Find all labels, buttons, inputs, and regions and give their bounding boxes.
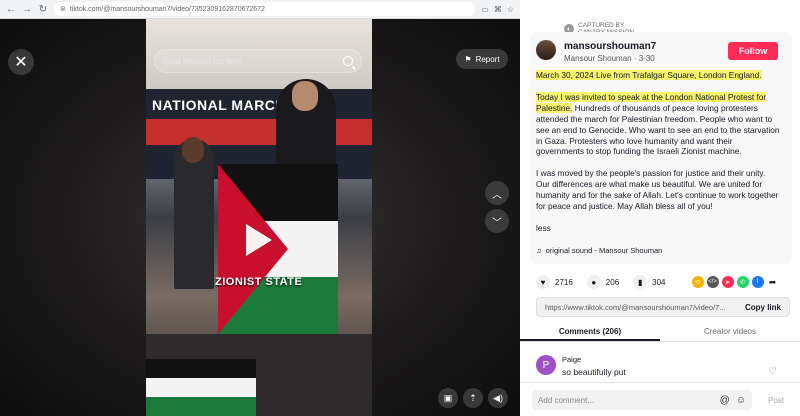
tab-creator-videos[interactable]: Creator videos bbox=[660, 322, 800, 341]
music-note-icon: ♫ bbox=[536, 246, 542, 255]
comment-like-icon[interactable]: ♡ bbox=[768, 366, 777, 377]
comments-tabs: Comments (206) Creator videos bbox=[520, 322, 800, 342]
watermark-line1: CAPTURED BY bbox=[578, 22, 625, 29]
copy-link-button[interactable]: Copy link bbox=[745, 303, 781, 312]
follow-button[interactable]: Follow bbox=[728, 42, 778, 60]
play-icon[interactable] bbox=[246, 224, 272, 256]
comment-input[interactable]: Add comment... @ ☺ bbox=[532, 390, 752, 410]
volume-icon[interactable]: ◀) bbox=[488, 388, 508, 408]
translate-icon[interactable]: ⌘ bbox=[494, 5, 502, 14]
comment-placeholder: Add comment... bbox=[538, 395, 595, 405]
sound-link[interactable]: ♫ original sound - Mansour Shouman bbox=[536, 246, 662, 255]
comment-button[interactable]: ● 206 bbox=[586, 275, 620, 289]
site-info-icon[interactable]: ⊜ bbox=[60, 5, 66, 13]
save-button[interactable]: ▮ 304 bbox=[633, 275, 666, 289]
share-icon[interactable]: ➦ bbox=[766, 276, 779, 288]
less-link[interactable]: less bbox=[536, 223, 780, 234]
next-video-button[interactable]: ﹀ bbox=[485, 209, 509, 233]
video-player-area: NATIONAL MARCH FO ZIONIST STATE ✕ Find r… bbox=[0, 19, 520, 416]
search-icon[interactable] bbox=[343, 56, 353, 66]
embed-icon[interactable]: </> bbox=[706, 276, 719, 288]
close-button[interactable]: ✕ bbox=[8, 49, 34, 75]
comment-author[interactable]: Paige bbox=[562, 355, 581, 364]
report-label: Report bbox=[475, 54, 500, 64]
author-subline: Mansour Shouman · 3-30 bbox=[564, 54, 655, 63]
video-frame[interactable]: NATIONAL MARCH FO bbox=[146, 19, 372, 416]
post-comment-button[interactable]: Post bbox=[768, 396, 784, 405]
address-bar[interactable]: ⊜ tiktok.com/@mansourshouman7/video/7352… bbox=[54, 2, 476, 16]
cast-icon[interactable]: ▭ bbox=[481, 5, 489, 14]
speaker-head bbox=[292, 81, 318, 111]
palestinian-flag bbox=[218, 164, 338, 334]
highlighted-line-1: March 30, 2024 Live from Trafalgar Squar… bbox=[536, 70, 762, 80]
send-to-friends-icon[interactable]: ➤ bbox=[721, 276, 734, 288]
comment-composer: Add comment... @ ☺ Post bbox=[520, 382, 800, 416]
share-link-box: https://www.tiktok.com/@mansourshouman7/… bbox=[536, 297, 790, 317]
search-placeholder: Find related content bbox=[163, 56, 243, 66]
whatsapp-icon[interactable]: ✆ bbox=[736, 276, 749, 288]
comment-text: so beautifully put bbox=[562, 367, 626, 377]
heart-icon: ♥ bbox=[536, 275, 550, 289]
share-options: ⟲ </> ➤ ✆ f ➦ bbox=[691, 276, 779, 288]
flag-icon: ⚑ bbox=[464, 54, 472, 64]
username[interactable]: mansourshouman7 bbox=[564, 41, 656, 52]
reload-icon[interactable]: ↻ bbox=[38, 3, 48, 15]
action-bar: ♥ 2716 ● 206 ▮ 304 ⟲ </> ➤ ✆ f ➦ bbox=[536, 274, 786, 290]
post-description: March 30, 2024 Live from Trafalgar Squar… bbox=[536, 70, 780, 245]
comment-avatar[interactable]: P bbox=[536, 355, 556, 375]
post-date: 3-30 bbox=[638, 54, 655, 63]
avatar[interactable] bbox=[536, 40, 556, 60]
url-text: tiktok.com/@mansourshouman7/video/735230… bbox=[69, 5, 265, 13]
save-count: 304 bbox=[652, 277, 666, 287]
banner-red-strip bbox=[146, 119, 372, 145]
description-paragraph-3: I was moved by the people's passion for … bbox=[536, 168, 779, 212]
like-button[interactable]: ♥ 2716 bbox=[536, 275, 573, 289]
like-count: 2716 bbox=[555, 277, 573, 287]
repost-icon[interactable]: ⟲ bbox=[691, 276, 704, 288]
mention-icon[interactable]: @ bbox=[720, 395, 730, 406]
post-description-card: mansourshouman7 Mansour Shouman · 3-30 F… bbox=[530, 32, 792, 264]
share-link-text: https://www.tiktok.com/@mansourshouman7/… bbox=[545, 302, 725, 312]
facebook-icon[interactable]: f bbox=[751, 276, 764, 288]
emoji-icon[interactable]: ☺ bbox=[736, 395, 746, 406]
pip-icon[interactable]: ▣ bbox=[438, 388, 458, 408]
comment-icon: ● bbox=[586, 275, 601, 289]
previous-video-button[interactable]: ︿ bbox=[485, 181, 509, 205]
interpreter-head bbox=[182, 137, 204, 163]
report-button[interactable]: ⚑ Report bbox=[456, 49, 508, 69]
browser-toolbar: ← → ↻ ⊜ tiktok.com/@mansourshouman7/vide… bbox=[0, 0, 520, 19]
comment-count: 206 bbox=[605, 277, 620, 287]
description-paragraph-2: Hundreds of thousands of peace loving pr… bbox=[536, 102, 780, 157]
bookmark-icon: ▮ bbox=[633, 275, 648, 289]
display-name: Mansour Shouman bbox=[564, 54, 632, 63]
related-search-input[interactable]: Find related content bbox=[154, 49, 362, 73]
sound-name: original sound - Mansour Shouman bbox=[545, 246, 663, 255]
back-icon[interactable]: ← bbox=[6, 3, 16, 15]
comment-item: P Paige so beautifully put ♡ bbox=[536, 354, 790, 377]
details-panel: ◐ CAPTURED BY CANARY MISSION mansourshou… bbox=[520, 0, 800, 416]
autoscroll-icon[interactable]: ⇡ bbox=[463, 388, 483, 408]
stage-flag bbox=[146, 359, 256, 416]
video-caption-overlay: ZIONIST STATE bbox=[215, 276, 303, 288]
bookmark-icon[interactable]: ☆ bbox=[507, 5, 514, 14]
forward-icon[interactable]: → bbox=[22, 3, 32, 15]
tab-comments[interactable]: Comments (206) bbox=[520, 322, 660, 341]
